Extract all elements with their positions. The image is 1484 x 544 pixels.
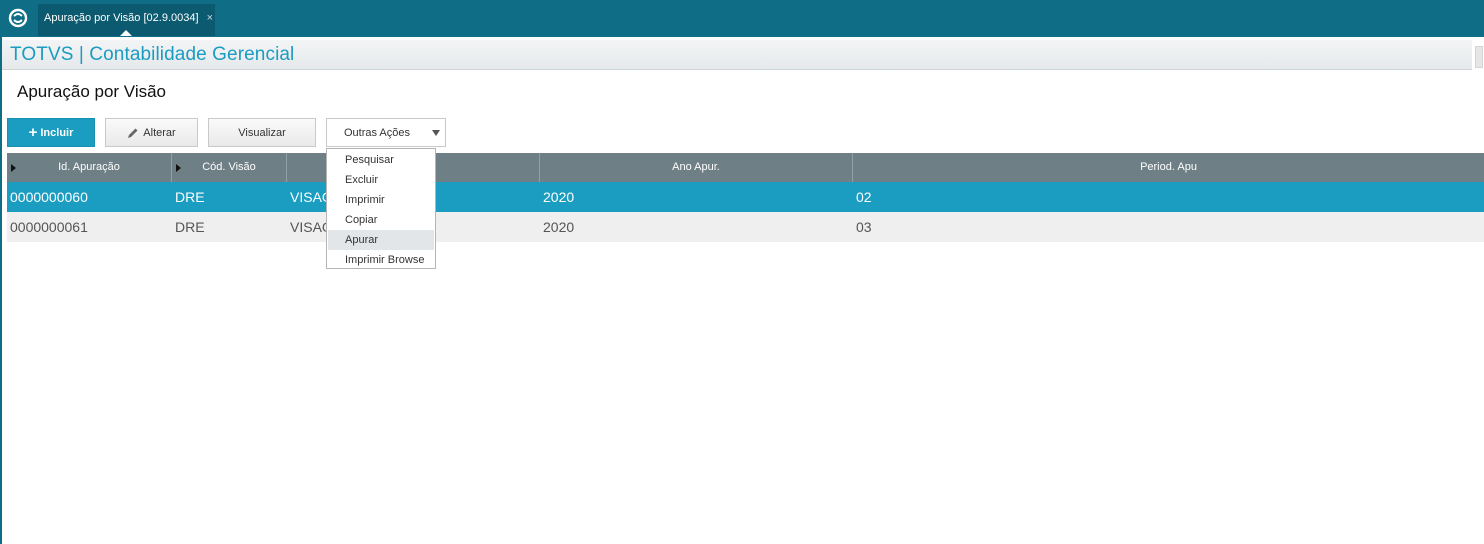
app-header: TOTVS | Contabilidade Gerencial — [2, 40, 1472, 70]
tab-apuracao-por-visao[interactable]: Apuração por Visão [02.9.0034] × — [38, 4, 215, 36]
app-title: TOTVS | Contabilidade Gerencial — [10, 44, 295, 65]
column-marker-icon — [176, 164, 181, 172]
scrollbar-thumb[interactable] — [1475, 46, 1483, 68]
pencil-icon — [128, 128, 138, 138]
table-row[interactable]: 0000000061 DRE VISAO 2020 03 — [7, 212, 1484, 242]
incluir-button[interactable]: + Incluir — [7, 118, 95, 147]
visualizar-button[interactable]: Visualizar — [208, 118, 316, 147]
column-label: Cód. Visão — [202, 161, 256, 173]
cell-ano-apur: 2020 — [543, 189, 575, 205]
cell-visao: VISAO — [290, 189, 330, 205]
menu-item-apurar[interactable]: Apurar — [328, 230, 434, 250]
page-title: Apuração por Visão — [17, 82, 167, 101]
menu-item-imprimir[interactable]: Imprimir — [328, 190, 434, 210]
visualizar-label: Visualizar — [238, 126, 286, 139]
column-header-ano-apur[interactable]: Ano Apur. — [540, 153, 853, 182]
column-label: Id. Apuração — [58, 161, 120, 173]
menu-item-pesquisar[interactable]: Pesquisar — [328, 150, 434, 170]
dropdown-arrow-icon — [432, 130, 440, 136]
tab-active-caret — [120, 30, 132, 36]
menu-item-imprimir-browse[interactable]: Imprimir Browse — [328, 250, 434, 270]
alterar-label: Alterar — [143, 126, 176, 139]
column-marker-icon — [11, 164, 16, 172]
top-bar: Apuração por Visão [02.9.0034] × — [0, 0, 1484, 37]
outras-acoes-button[interactable]: Outras Ações — [326, 118, 446, 147]
cell-visao: VISAO — [290, 219, 330, 235]
cell-id-apuracao: 0000000060 — [10, 189, 88, 205]
left-border — [0, 37, 2, 544]
grid-header: Id. Apuração Cód. Visão Ano Apur. Period… — [7, 153, 1484, 182]
alterar-button[interactable]: Alterar — [105, 118, 198, 147]
column-header-cod-visao[interactable]: Cód. Visão — [172, 153, 287, 182]
menu-item-copiar[interactable]: Copiar — [328, 210, 434, 230]
outras-acoes-menu: Pesquisar Excluir Imprimir Copiar Apurar… — [326, 148, 436, 269]
column-label: Period. Apu — [1140, 161, 1197, 173]
cell-cod-visao: DRE — [175, 219, 205, 235]
cell-periodo: 02 — [856, 189, 872, 205]
outras-acoes-label: Outras Ações — [343, 126, 411, 139]
cell-periodo: 03 — [856, 219, 872, 235]
cell-ano-apur: 2020 — [543, 219, 575, 235]
totvs-logo-icon[interactable] — [8, 8, 28, 28]
cell-id-apuracao: 0000000061 — [10, 219, 88, 235]
menu-item-excluir[interactable]: Excluir — [328, 170, 434, 190]
incluir-label: Incluir — [40, 126, 74, 139]
tab-close-icon[interactable]: × — [207, 12, 213, 24]
column-header-periodo[interactable]: Period. Apu — [853, 153, 1484, 182]
column-header-id-apuracao[interactable]: Id. Apuração — [7, 153, 172, 182]
plus-icon: + — [28, 124, 38, 141]
cell-cod-visao: DRE — [175, 189, 205, 205]
tab-title: Apuração por Visão [02.9.0034] — [44, 12, 199, 24]
table-row[interactable]: 0000000060 DRE VISAO 2020 02 — [7, 182, 1484, 212]
column-label: Ano Apur. — [672, 161, 720, 173]
